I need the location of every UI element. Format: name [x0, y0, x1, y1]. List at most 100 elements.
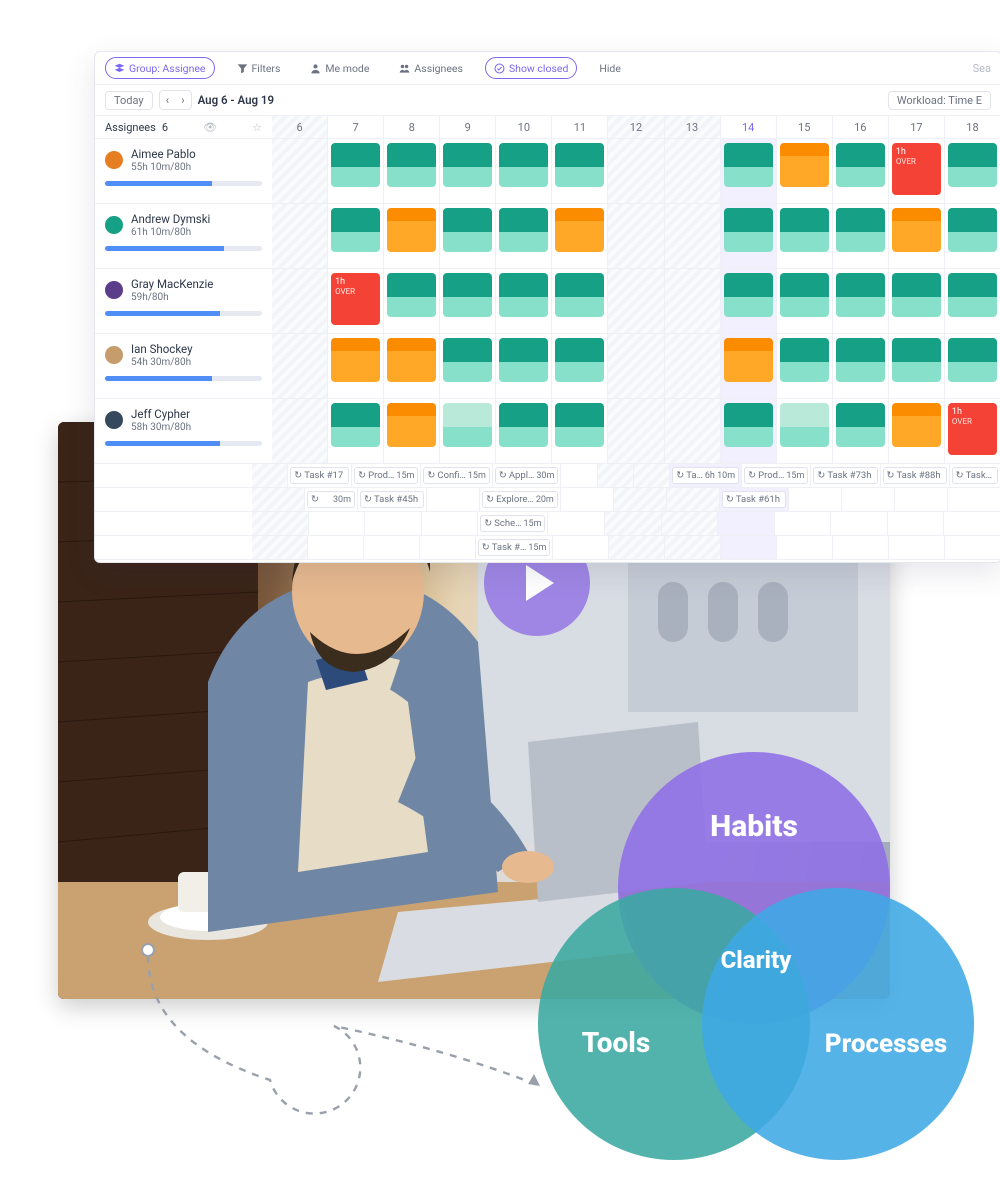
workload-block[interactable] [724, 273, 773, 317]
day-cell[interactable] [721, 334, 777, 398]
day-cell[interactable] [721, 139, 777, 203]
task-chip[interactable]: ↻30m [307, 491, 355, 508]
workload-block[interactable] [387, 338, 436, 382]
workload-block[interactable] [836, 143, 885, 187]
workload-block[interactable] [780, 208, 829, 252]
workload-block[interactable] [892, 208, 941, 252]
task-chip[interactable]: ↻Task #61h [722, 491, 786, 508]
workload-block[interactable]: 1hOVER [948, 403, 997, 455]
search-input[interactable]: Sea [973, 62, 991, 75]
day-cell[interactable] [272, 269, 328, 333]
workload-block[interactable] [555, 208, 604, 252]
task-chip[interactable]: ↻Task #45h [360, 491, 424, 508]
task-chip[interactable]: ↻Task #88h [883, 467, 947, 484]
workload-block[interactable] [780, 273, 829, 317]
workload-mode[interactable]: Workload: Time E [888, 91, 991, 110]
workload-block[interactable] [499, 403, 548, 447]
task-chip[interactable]: ↻Prod…15m [744, 467, 808, 484]
workload-block[interactable] [836, 403, 885, 447]
workload-block[interactable] [499, 208, 548, 252]
workload-block[interactable] [836, 273, 885, 317]
day-cell[interactable] [272, 204, 328, 268]
collapse-icon[interactable]: ☆ [252, 121, 262, 134]
day-cell[interactable] [665, 204, 721, 268]
workload-block[interactable] [555, 338, 604, 382]
day-cell[interactable] [272, 139, 328, 203]
day-cell[interactable] [777, 334, 833, 398]
workload-block[interactable] [443, 403, 492, 447]
day-cell[interactable] [440, 334, 496, 398]
day-cell[interactable] [945, 139, 1000, 203]
workload-block[interactable] [443, 338, 492, 382]
day-cell[interactable] [665, 269, 721, 333]
workload-block[interactable] [499, 143, 548, 187]
day-cell[interactable] [552, 269, 608, 333]
workload-block[interactable] [331, 338, 380, 382]
task-chip[interactable]: ↻Sche…15m [480, 515, 545, 532]
task-chip[interactable]: ↻Task… [952, 467, 998, 484]
task-chip[interactable]: ↻Explore…20m [482, 491, 558, 508]
day-cell[interactable] [440, 204, 496, 268]
day-cell[interactable] [889, 334, 945, 398]
day-cell[interactable] [833, 269, 889, 333]
day-cell[interactable] [889, 204, 945, 268]
day-cell[interactable]: 1hOVER [889, 139, 945, 203]
show-closed-chip[interactable]: Show closed [485, 57, 577, 79]
task-chip[interactable]: ↻Task #73h [813, 467, 877, 484]
filters-button[interactable]: Filters [229, 58, 289, 78]
day-cell[interactable] [833, 204, 889, 268]
day-cell[interactable] [608, 139, 664, 203]
day-cell[interactable] [721, 269, 777, 333]
date-nav-arrows[interactable]: ‹› [159, 90, 192, 110]
group-assignee-chip[interactable]: Group: Assignee [105, 57, 215, 79]
day-cell[interactable] [272, 399, 328, 463]
workload-block[interactable] [555, 143, 604, 187]
day-cell[interactable] [328, 204, 384, 268]
day-cell[interactable] [440, 269, 496, 333]
workload-block[interactable] [948, 338, 997, 382]
day-cell[interactable] [496, 269, 552, 333]
day-cell[interactable] [608, 399, 664, 463]
hide-button[interactable]: Hide [591, 58, 629, 78]
day-cell[interactable] [496, 399, 552, 463]
workload-block[interactable] [499, 338, 548, 382]
day-cell[interactable] [272, 334, 328, 398]
day-cell[interactable] [833, 334, 889, 398]
workload-block[interactable] [387, 273, 436, 317]
day-cell[interactable] [945, 334, 1000, 398]
day-cell[interactable] [328, 399, 384, 463]
task-chip[interactable]: ↻Ta…6h 10m [672, 467, 739, 484]
workload-block[interactable] [836, 208, 885, 252]
day-cell[interactable] [608, 204, 664, 268]
day-cell[interactable] [945, 269, 1000, 333]
day-cell[interactable] [328, 139, 384, 203]
workload-block[interactable] [387, 143, 436, 187]
workload-block[interactable] [948, 208, 997, 252]
workload-block[interactable] [948, 143, 997, 187]
day-cell[interactable] [945, 204, 1000, 268]
workload-block[interactable] [331, 403, 380, 447]
workload-block[interactable] [724, 143, 773, 187]
day-cell[interactable] [777, 139, 833, 203]
day-cell[interactable] [384, 139, 440, 203]
day-cell[interactable] [496, 334, 552, 398]
workload-block[interactable]: 1hOVER [331, 273, 380, 325]
day-cell[interactable] [833, 399, 889, 463]
workload-block[interactable] [892, 403, 941, 447]
day-cell[interactable] [665, 399, 721, 463]
workload-block[interactable] [724, 338, 773, 382]
day-cell[interactable] [777, 269, 833, 333]
task-chip[interactable]: ↻Prod…15m [354, 467, 418, 484]
day-cell[interactable] [440, 139, 496, 203]
day-cell[interactable] [608, 269, 664, 333]
workload-block[interactable] [331, 208, 380, 252]
workload-block[interactable] [780, 143, 829, 187]
day-cell[interactable] [328, 334, 384, 398]
workload-block[interactable] [387, 208, 436, 252]
workload-block[interactable] [780, 403, 829, 447]
workload-block[interactable] [387, 403, 436, 447]
chevron-right-icon[interactable]: › [175, 91, 190, 109]
day-cell[interactable] [384, 204, 440, 268]
assignees-button[interactable]: Assignees [391, 58, 471, 78]
day-cell[interactable] [552, 204, 608, 268]
